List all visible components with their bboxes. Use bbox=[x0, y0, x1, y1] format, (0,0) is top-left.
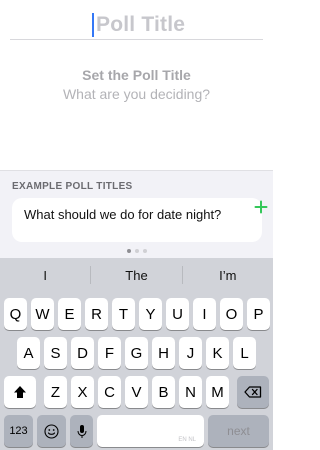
text-caret bbox=[92, 13, 94, 37]
poll-title-field[interactable]: Poll Title bbox=[0, 0, 273, 40]
suggestion-3[interactable]: I’m bbox=[183, 268, 273, 283]
key-x[interactable]: X bbox=[71, 376, 94, 408]
keyboard: I The I’m Q W E R T Y U I O P A S D F G … bbox=[0, 258, 273, 450]
emoji-smiley-icon bbox=[44, 423, 59, 439]
space-key[interactable]: EN NL bbox=[97, 415, 204, 447]
key-y[interactable]: Y bbox=[139, 298, 162, 330]
suggestion-2[interactable]: The bbox=[91, 268, 181, 283]
key-e[interactable]: E bbox=[58, 298, 81, 330]
poll-title-input[interactable]: Poll Title bbox=[92, 12, 185, 38]
key-l[interactable]: L bbox=[233, 337, 256, 369]
predictive-bar: I The I’m bbox=[0, 258, 273, 292]
backspace-icon bbox=[244, 386, 262, 398]
example-card[interactable]: What should we do for date night? bbox=[12, 198, 268, 242]
delete-key[interactable] bbox=[237, 376, 269, 408]
key-k[interactable]: K bbox=[206, 337, 229, 369]
key-q[interactable]: Q bbox=[4, 298, 27, 330]
numbers-key[interactable]: 123 bbox=[4, 415, 33, 447]
page-dot bbox=[134, 249, 139, 253]
next-key[interactable]: next bbox=[208, 415, 269, 447]
dictation-key[interactable] bbox=[70, 415, 93, 447]
key-h[interactable]: H bbox=[152, 337, 175, 369]
page-indicator[interactable] bbox=[0, 249, 273, 253]
key-n[interactable]: N bbox=[179, 376, 202, 408]
emoji-key[interactable] bbox=[37, 415, 66, 447]
key-a[interactable]: A bbox=[17, 337, 40, 369]
page-dot bbox=[142, 249, 147, 253]
poll-title-placeholder: Poll Title bbox=[96, 13, 186, 36]
shift-key[interactable] bbox=[4, 376, 36, 408]
key-g[interactable]: G bbox=[125, 337, 148, 369]
microphone-icon bbox=[77, 424, 86, 438]
key-v[interactable]: V bbox=[125, 376, 148, 408]
key-f[interactable]: F bbox=[98, 337, 121, 369]
suggestion-1[interactable]: I bbox=[0, 268, 90, 283]
example-text: What should we do for date night? bbox=[24, 207, 222, 222]
key-j[interactable]: J bbox=[179, 337, 202, 369]
key-t[interactable]: T bbox=[112, 298, 135, 330]
key-m[interactable]: M bbox=[206, 376, 229, 408]
prompt-subtitle: What are you deciding? bbox=[62, 86, 211, 102]
key-u[interactable]: U bbox=[166, 298, 189, 330]
key-i[interactable]: I bbox=[193, 298, 216, 330]
examples-header: EXAMPLE POLL TITLES bbox=[12, 181, 133, 192]
key-z[interactable]: Z bbox=[44, 376, 67, 408]
key-c[interactable]: C bbox=[98, 376, 121, 408]
example-poll-titles-section: EXAMPLE POLL TITLES What should we do fo… bbox=[0, 170, 273, 258]
title-divider bbox=[10, 39, 263, 40]
key-b[interactable]: B bbox=[152, 376, 175, 408]
key-d[interactable]: D bbox=[71, 337, 94, 369]
key-w[interactable]: W bbox=[31, 298, 54, 330]
shift-arrow-icon bbox=[14, 386, 26, 398]
key-p[interactable]: P bbox=[247, 298, 270, 330]
key-r[interactable]: R bbox=[85, 298, 108, 330]
add-plus-icon[interactable] bbox=[254, 200, 268, 214]
prompt-title: Set the Poll Title bbox=[82, 67, 191, 83]
key-o[interactable]: O bbox=[220, 298, 243, 330]
key-s[interactable]: S bbox=[44, 337, 67, 369]
page-dot bbox=[126, 249, 131, 253]
